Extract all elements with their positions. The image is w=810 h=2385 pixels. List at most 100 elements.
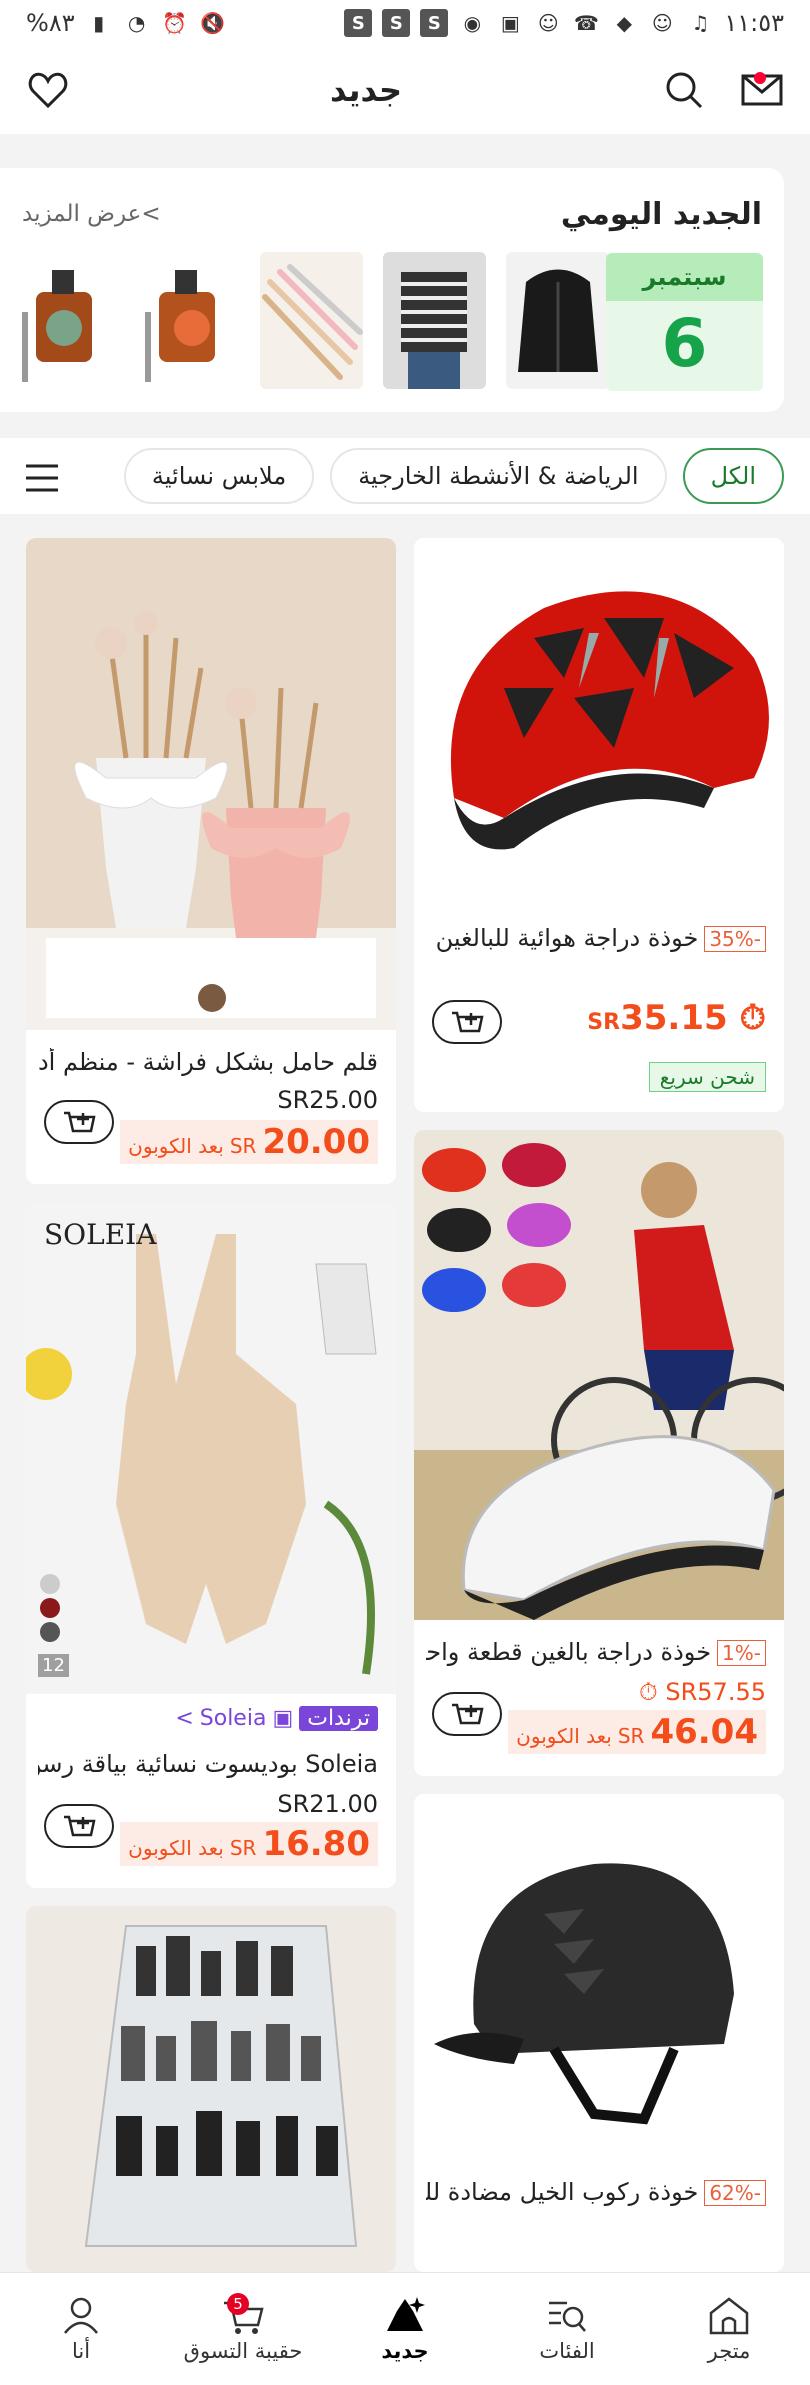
- nav-new[interactable]: جديد: [335, 2295, 475, 2363]
- image-count: 12: [38, 1654, 69, 1677]
- store-name: Soleia: [199, 1706, 267, 1731]
- add-to-cart-button[interactable]: [44, 1804, 114, 1848]
- store-icon: ▣: [272, 1706, 294, 1731]
- app-s-icon: S: [344, 9, 373, 37]
- product-title-text: خوذة دراجة هوائية للبالغين: [435, 924, 699, 952]
- date-month: سبتمبر: [606, 253, 763, 301]
- nav-cart[interactable]: 5 حقيبة التسوق: [173, 2293, 313, 2363]
- clock: ١١:٥٣: [724, 9, 784, 37]
- product-title[interactable]: -1%خوذة دراجة بالغين قطعة واحدة: [426, 1638, 766, 1666]
- original-price-value: SR57.55: [665, 1678, 766, 1706]
- nav-store-label: متجر: [707, 2339, 751, 2363]
- app-s-icon: S: [382, 9, 411, 37]
- date-card: سبتمبر 6: [606, 253, 763, 391]
- top-bar: جديد: [0, 46, 810, 134]
- product-card[interactable]: SOLEIA 12 < Soleia ▣ ترندات Soleia بوديسوت …: [26, 1204, 396, 1888]
- original-price: SR25.00: [277, 1086, 378, 1114]
- coupon-price: بعد الكوبون SR 46.04: [508, 1710, 766, 1754]
- product-image-cycling-helmet[interactable]: [414, 1130, 784, 1620]
- nav-categories-label: الفئات: [539, 2339, 595, 2363]
- thumb-puffer-jacket[interactable]: [506, 252, 609, 389]
- thumb-makeup-brushes[interactable]: [260, 252, 363, 389]
- product-card[interactable]: -35%خوذة دراجة هوائية للبالغين SR35.15 ⏱…: [414, 538, 784, 1112]
- add-to-cart-button[interactable]: [44, 1100, 114, 1144]
- coupon-price-value: 20.00: [262, 1122, 370, 1162]
- filter-menu-icon[interactable]: [22, 460, 62, 496]
- product-title[interactable]: -62%خوذة ركوب الخيل مضادة للصدمات: [426, 2178, 766, 2206]
- discount-badge: -1%: [717, 1640, 766, 1666]
- coupon-price: بعد الكوبون SR 16.80: [120, 1822, 378, 1866]
- app-root: %٨٣ ▮ ◔ ⏰ 🔇 S S S ◉ ▣ ☺ ☎ ◆ ☺ ♫ ١١:٥٣ جد…: [0, 0, 810, 2385]
- product-title[interactable]: -35%خوذة دراجة هوائية للبالغين: [426, 924, 766, 952]
- thumb-oil-bottle[interactable]: [137, 252, 240, 389]
- app-icon: ◆: [616, 11, 633, 35]
- original-price: SR21.00: [277, 1790, 378, 1818]
- music-icon: ♫: [691, 11, 710, 35]
- brand-logo-soleia: SOLEIA: [44, 1218, 157, 1251]
- category-chip-sports[interactable]: الرياضة & الأنشطة الخارجية: [330, 448, 667, 504]
- status-bar: %٨٣ ▮ ◔ ⏰ 🔇 S S S ◉ ▣ ☺ ☎ ◆ ☺ ♫ ١١:٥٣: [0, 0, 810, 46]
- product-card[interactable]: قلم حامل بشكل فراشة - منظم أدوات SR25.00…: [26, 538, 396, 1184]
- product-image-riding-helmet[interactable]: [414, 1794, 784, 2164]
- product-title-text: خوذة ركوب الخيل مضادة للصدمات: [426, 2178, 699, 2206]
- page-title: جديد: [329, 71, 403, 109]
- product-card[interactable]: -1%خوذة دراجة بالغين قطعة واحدة ⏱ SR57.5…: [414, 1130, 784, 1776]
- chevron-left-icon: <: [175, 1706, 194, 1731]
- call-icon: ☎: [573, 11, 599, 35]
- search-icon[interactable]: [660, 66, 708, 114]
- product-image-bodysuit[interactable]: SOLEIA 12: [26, 1204, 396, 1694]
- signal-icon: ▮: [93, 11, 105, 35]
- category-filter-bar: ملابس نسائية الرياضة & الأنشطة الخارجية …: [0, 438, 810, 514]
- product-title[interactable]: قلم حامل بشكل فراشة - منظم أدوات: [38, 1048, 378, 1076]
- snapchat-icon: ☺: [651, 11, 673, 35]
- nav-categories[interactable]: الفئات: [497, 2295, 637, 2363]
- currency: SR: [229, 1836, 257, 1860]
- daily-thumbnails: [14, 252, 609, 389]
- alarm-icon: ⏰: [162, 11, 188, 35]
- thumb-serum-bottle[interactable]: [14, 252, 117, 389]
- currency: SR: [617, 1724, 645, 1748]
- category-chip-all[interactable]: الكل: [682, 448, 784, 504]
- add-to-cart-button[interactable]: [432, 1000, 502, 1044]
- gallery-icon: ▣: [500, 11, 520, 35]
- coupon-label: بعد الكوبون: [516, 1724, 612, 1748]
- cart-count-badge: 5: [227, 2293, 249, 2315]
- product-image-perfume-organizer[interactable]: [26, 1906, 396, 2272]
- thumb-striped-sweater[interactable]: [383, 252, 486, 389]
- nav-new-label: جديد: [381, 2339, 429, 2363]
- date-day: 6: [661, 305, 708, 382]
- product-image-bike-helmet[interactable]: [414, 538, 784, 908]
- messages-mail-icon[interactable]: [738, 66, 786, 114]
- coupon-label: بعد الكوبون: [128, 1134, 224, 1158]
- currency: SR: [229, 1134, 257, 1158]
- wishlist-heart-icon[interactable]: [24, 66, 72, 114]
- daily-new-title: الجديد اليومي: [560, 196, 762, 232]
- coupon-price: بعد الكوبون SR 20.00: [120, 1120, 378, 1164]
- product-card[interactable]: [26, 1906, 396, 2272]
- wifi-icon: ◔: [127, 11, 146, 35]
- store-tag[interactable]: < Soleia ▣ ترندات: [175, 1706, 378, 1731]
- discount-badge: -62%: [704, 2180, 766, 2206]
- nav-store[interactable]: متجر: [659, 2295, 799, 2363]
- product-card[interactable]: -62%خوذة ركوب الخيل مضادة للصدمات: [414, 1794, 784, 2272]
- product-image-brush-holder[interactable]: [26, 538, 396, 1030]
- price-value: 35.15: [620, 998, 728, 1038]
- coupon-price-value: 16.80: [262, 1824, 370, 1864]
- fast-shipping-badge: شحن سريع: [648, 1062, 766, 1092]
- product-price: SR35.15 ⏱: [587, 998, 766, 1038]
- status-right: S S S ◉ ▣ ☺ ☎ ◆ ☺ ♫ ١١:٥٣: [344, 9, 784, 37]
- app-s-icon: S: [420, 9, 449, 37]
- nav-me[interactable]: أنا: [11, 2295, 151, 2363]
- snapchat-icon: ☺: [537, 11, 559, 35]
- product-title[interactable]: Soleia بوديسوت نسائية بياقة رسن: [38, 1750, 378, 1778]
- mute-icon: 🔇: [200, 11, 226, 35]
- bottom-nav: أنا 5 حقيبة التسوق جديد الفئات متجر: [0, 2272, 810, 2385]
- currency: SR: [587, 1010, 621, 1035]
- see-more-link[interactable]: عرض المزيد<: [22, 201, 161, 227]
- status-left: %٨٣ ▮ ◔ ⏰ 🔇: [26, 9, 227, 37]
- add-to-cart-button[interactable]: [432, 1692, 502, 1736]
- discount-badge: -35%: [704, 926, 766, 952]
- nav-cart-label: حقيبة التسوق: [183, 2339, 303, 2363]
- category-chip-women[interactable]: ملابس نسائية: [123, 448, 315, 504]
- incognito-icon: ◉: [463, 11, 482, 35]
